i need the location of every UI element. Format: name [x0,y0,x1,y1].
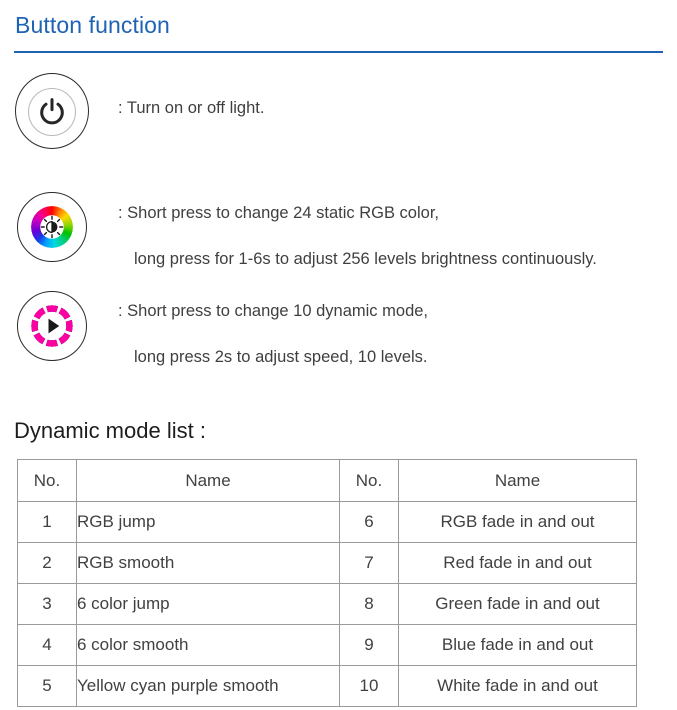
dynamic-mode-list-title: Dynamic mode list : [14,418,206,443]
dynamic-mode-table: No. Name No. Name 1 RGB jump 6 RGB fade … [17,459,637,707]
power-symbol-icon [40,98,64,125]
cell-name: 6 color jump [76,583,340,625]
column-header-no-right: No. [339,459,399,502]
function-description-static-color: : Short press to change 24 static RGB co… [90,189,597,269]
function-line: : Short press to change 10 dynamic mode, [118,302,429,320]
function-line: long press 2s to adjust speed, 10 levels… [134,348,428,367]
cell-name: RGB jump [76,501,340,543]
function-line: : Short press to change 24 static RGB co… [118,204,439,222]
function-description-power: : Turn on or off light. [90,73,264,117]
cell-name: White fade in and out [398,665,637,707]
table-row: 1 RGB jump 6 RGB fade in and out [17,501,637,543]
cell-no: 9 [339,624,399,666]
table-row: 2 RGB smooth 7 Red fade in and out [17,542,637,584]
cell-no: 10 [339,665,399,707]
cell-no: 7 [339,542,399,584]
cell-no: 2 [17,542,77,584]
column-header-name-right: Name [398,459,637,502]
cell-name: RGB smooth [76,542,340,584]
cell-no: 1 [17,501,77,543]
cell-name: Red fade in and out [398,542,637,584]
heading-divider [14,51,663,53]
rgb-color-wheel-icon[interactable] [14,189,90,265]
cell-no: 6 [339,501,399,543]
function-line: : Turn on or off light. [118,99,265,117]
cell-name: 6 color smooth [76,624,340,666]
cell-no: 4 [17,624,77,666]
column-header-no-left: No. [17,459,77,502]
table-row: 3 6 color jump 8 Green fade in and out [17,583,637,625]
cell-name: Yellow cyan purple smooth [76,665,340,707]
cell-name: Blue fade in and out [398,624,637,666]
brightness-sun-icon [40,215,64,239]
cell-name: RGB fade in and out [398,501,637,543]
cell-no: 8 [339,583,399,625]
table-row: 4 6 color smooth 9 Blue fade in and out [17,624,637,666]
function-description-dynamic-mode: : Short press to change 10 dynamic mode,… [90,288,428,367]
function-row-power: : Turn on or off light. [14,73,264,149]
table-row: 5 Yellow cyan purple smooth 10 White fad… [17,665,637,707]
dynamic-mode-wheel-icon[interactable] [14,288,90,364]
play-triangle-icon [48,318,60,334]
column-header-name-left: Name [76,459,340,502]
function-row-static-color: : Short press to change 24 static RGB co… [14,189,597,269]
cell-name: Green fade in and out [398,583,637,625]
cell-no: 5 [17,665,77,707]
function-row-dynamic-mode: : Short press to change 10 dynamic mode,… [14,288,428,367]
table-header-row: No. Name No. Name [17,459,637,502]
function-line: long press for 1-6s to adjust 256 levels… [134,250,597,269]
cell-no: 3 [17,583,77,625]
page-title: Button function [15,12,170,38]
power-button-icon[interactable] [14,73,90,149]
